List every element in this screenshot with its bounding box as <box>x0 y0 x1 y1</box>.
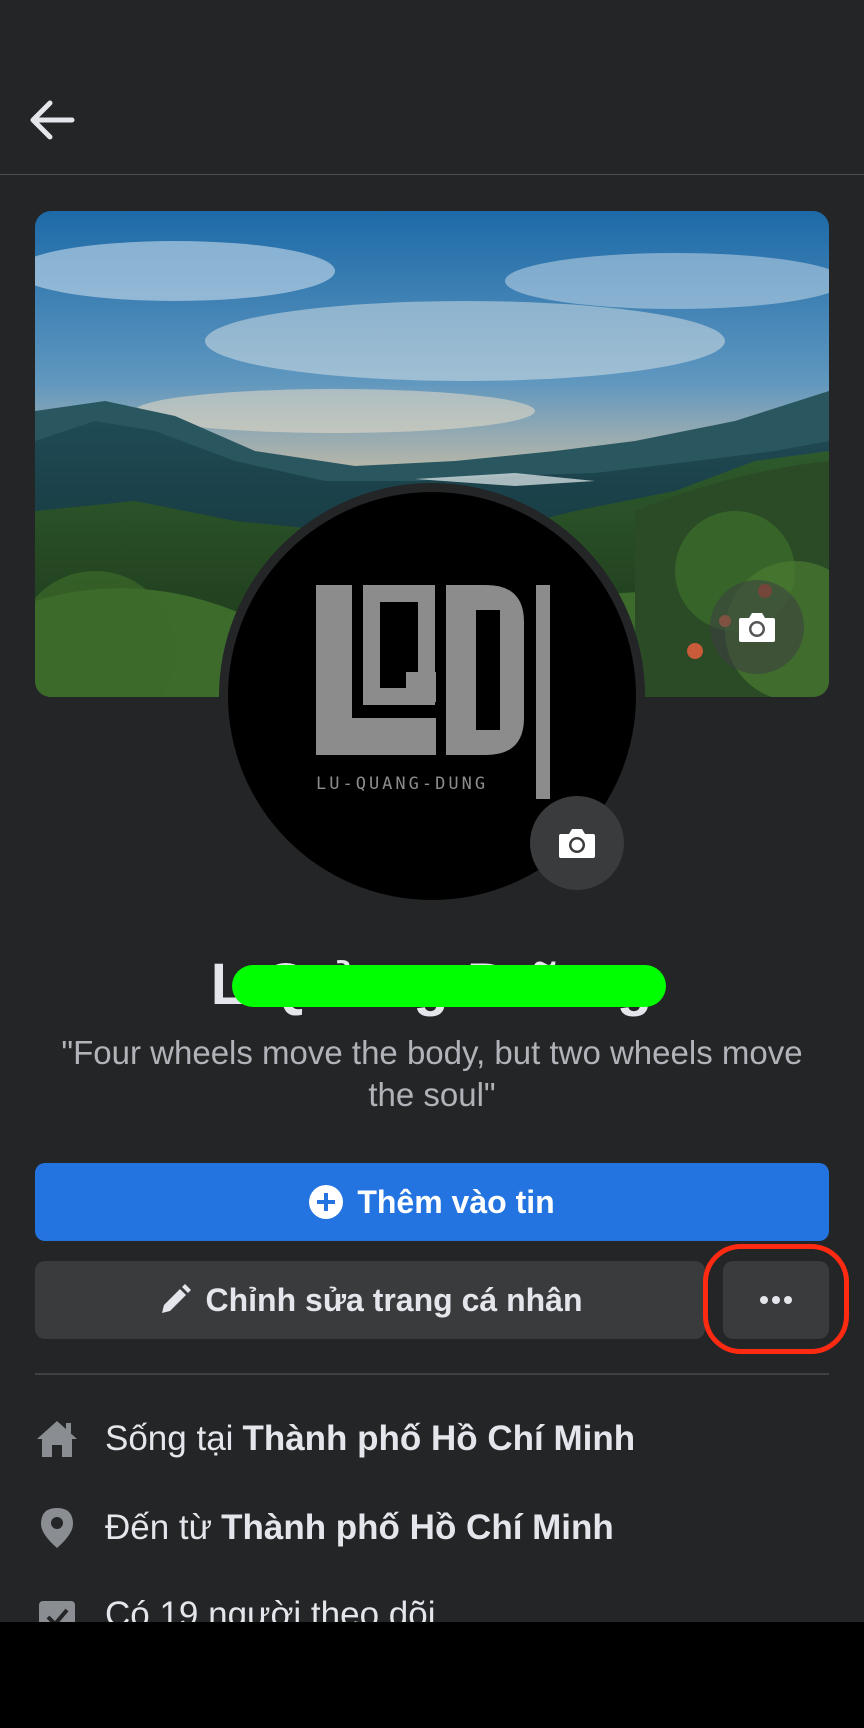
home-icon <box>35 1417 79 1461</box>
system-navigation-bar <box>0 1622 864 1728</box>
back-arrow-icon <box>30 100 75 140</box>
camera-icon <box>559 829 595 858</box>
edit-profile-label: Chỉnh sửa trang cá nhân <box>205 1281 583 1318</box>
lives-in-value: Thành phố Hồ Chí Minh <box>242 1419 636 1458</box>
camera-icon <box>739 613 775 642</box>
info-row-from: Đến từ Thành phố Hồ Chí Minh <box>35 1498 829 1558</box>
plus-circle-icon <box>309 1185 344 1219</box>
pencil-icon <box>161 1284 191 1313</box>
profile-bio: "Four wheels move the body, but two whee… <box>61 1034 803 1113</box>
from-value: Thành phố Hồ Chí Minh <box>221 1508 614 1547</box>
section-divider <box>35 1373 829 1375</box>
more-options-button[interactable] <box>723 1261 829 1339</box>
cover-camera-button[interactable] <box>710 580 804 674</box>
top-bar <box>0 0 864 175</box>
profile-screen: LU-QUANG-DUNG L Q ả ng D ũ ng "Four whee… <box>0 0 864 1728</box>
add-to-story-button[interactable]: Thêm vào tin <box>35 1163 829 1241</box>
lives-in-prefix: Sống tại <box>105 1419 234 1458</box>
name-redaction-bar <box>232 965 666 1007</box>
avatar-camera-button[interactable] <box>530 796 624 890</box>
back-button[interactable] <box>20 88 84 152</box>
from-prefix: Đến từ <box>105 1508 213 1547</box>
edit-profile-button[interactable]: Chỉnh sửa trang cá nhân <box>35 1261 705 1339</box>
add-to-story-label: Thêm vào tin <box>357 1183 555 1220</box>
more-dots-icon <box>760 1296 792 1304</box>
avatar-logo-subtext: LU-QUANG-DUNG <box>316 774 488 794</box>
info-row-lives-in: Sống tại Thành phố Hồ Chí Minh <box>35 1409 829 1469</box>
location-pin-icon <box>35 1506 79 1550</box>
